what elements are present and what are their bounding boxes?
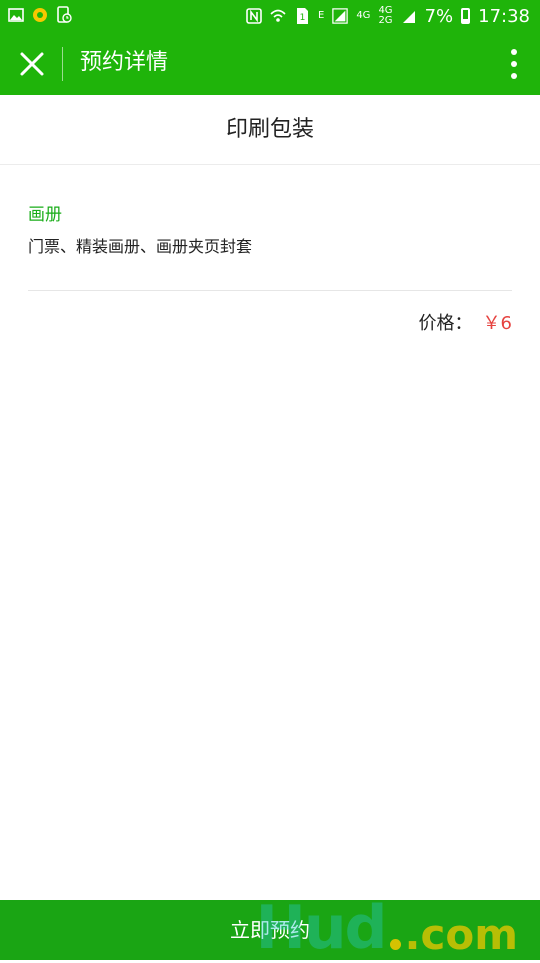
network-type-4g: 4G <box>356 10 371 21</box>
signal-icon <box>332 8 349 24</box>
nfc-icon <box>246 8 262 24</box>
signal-strength-icon <box>402 11 415 23</box>
page-title: 预约详情 <box>80 50 169 75</box>
status-indicators: 1 E 4G 4G 2G 7% 17:38 <box>246 4 530 28</box>
network-type-e: E <box>317 10 325 21</box>
status-notifications <box>8 6 72 24</box>
app-notification-icon <box>33 8 47 22</box>
network-type-2g: 2G <box>378 15 393 26</box>
network-type-4g-2g: 4G 2G <box>378 6 392 26</box>
clock: 17:38 <box>478 5 530 27</box>
gallery-icon <box>8 8 24 22</box>
close-icon[interactable] <box>14 46 50 82</box>
battery-icon <box>461 8 471 24</box>
status-bar: 1 E 4G 4G 2G 7% 17:38 <box>0 0 540 32</box>
phone-clock-icon <box>57 6 72 23</box>
price-value: ￥6 <box>482 313 512 334</box>
service-category: 画册 <box>28 205 62 225</box>
svg-text:1: 1 <box>300 13 306 23</box>
wifi-icon <box>270 9 286 22</box>
price-row: 价格： ￥6 <box>419 311 512 337</box>
service-title: 印刷包装 <box>0 95 540 165</box>
service-description: 门票、精装画册、画册夹页封套 <box>28 237 253 256</box>
more-options-icon[interactable] <box>506 48 522 80</box>
sim-card-icon: 1 <box>296 8 308 24</box>
battery-percent: 7% <box>424 5 454 27</box>
price-label: 价格： <box>418 313 473 334</box>
nav-divider <box>62 47 63 81</box>
content-divider <box>28 290 512 291</box>
navigation-bar: 预约详情 <box>0 32 540 95</box>
book-now-button[interactable]: 立即预约 <box>0 900 540 960</box>
